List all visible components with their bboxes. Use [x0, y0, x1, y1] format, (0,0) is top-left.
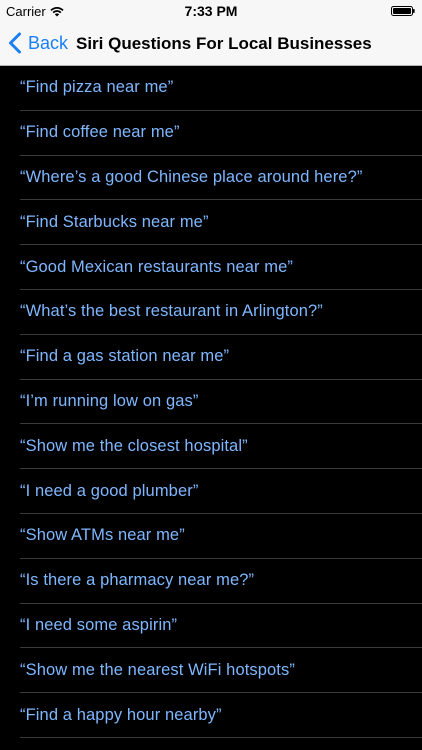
list-item[interactable]: “Find pizza near me” [20, 66, 422, 111]
list-item[interactable]: “Is there a pharmacy near me?” [20, 559, 422, 604]
list-item-label: “Good Mexican restaurants near me” [20, 257, 294, 276]
list-item-label: “What’s the best restaurant in Arlington… [20, 302, 323, 321]
list-item-label: “Find coffee near me” [20, 123, 180, 142]
list-item[interactable]: “Find coffee near me” [20, 111, 422, 156]
list-item[interactable]: “Find a happy hour nearby” [20, 693, 422, 738]
list-item-label: “Show ATMs near me” [20, 526, 185, 545]
back-button[interactable]: Back [8, 32, 68, 54]
list-item-label: “I need a good plumber” [20, 481, 199, 500]
back-label: Back [28, 32, 69, 53]
list-item-label: “Show me the nearest WiFi hotspots” [20, 660, 295, 679]
list-item-label: “Find pizza near me” [20, 78, 174, 97]
status-bar: Carrier 7:33 PM [0, 0, 422, 22]
list-item[interactable]: “Good Mexican restaurants near me” [20, 245, 422, 290]
list-item[interactable]: “Find a gas station near me” [20, 335, 422, 380]
battery-icon [391, 6, 415, 16]
list-item-label: “Find Starbucks near me” [20, 212, 209, 231]
list-item-label: “I need some aspirin” [20, 615, 178, 634]
questions-list: “Find pizza near me” “Find coffee near m… [0, 66, 422, 738]
list-item-label: “I’m running low on gas” [20, 391, 199, 410]
list-item[interactable]: “Show ATMs near me” [20, 514, 422, 559]
list-item[interactable]: “I need a good plumber” [20, 469, 422, 514]
page-title: Siri Questions For Local Businesses [76, 34, 372, 53]
top-bar: Carrier 7:33 PM Back Siri Questions For … [0, 0, 422, 66]
status-clock: 7:33 PM [184, 3, 238, 19]
navigation-bar: Back Siri Questions For Local Businesses [0, 22, 422, 66]
list-item[interactable]: “I need some aspirin” [20, 604, 422, 649]
chevron-left-icon [9, 32, 21, 54]
list-item[interactable]: “Show me the closest hospital” [20, 424, 422, 470]
list-item-label: “Is there a pharmacy near me?” [20, 571, 255, 590]
list-item[interactable]: “What’s the best restaurant in Arlington… [20, 290, 422, 335]
list-item[interactable]: “Show me the nearest WiFi hotspots” [20, 648, 422, 694]
list-item-label: “Find a happy hour nearby” [20, 705, 222, 724]
list-item-label: “Find a gas station near me” [20, 347, 230, 366]
list-item[interactable]: “Where’s a good Chinese place around her… [20, 156, 422, 201]
list-item-label: “Where’s a good Chinese place around her… [20, 167, 363, 186]
list-item[interactable]: “Find Starbucks near me” [20, 200, 422, 246]
list-item-label: “Show me the closest hospital” [20, 436, 248, 455]
list-item[interactable]: “I’m running low on gas” [20, 380, 422, 425]
